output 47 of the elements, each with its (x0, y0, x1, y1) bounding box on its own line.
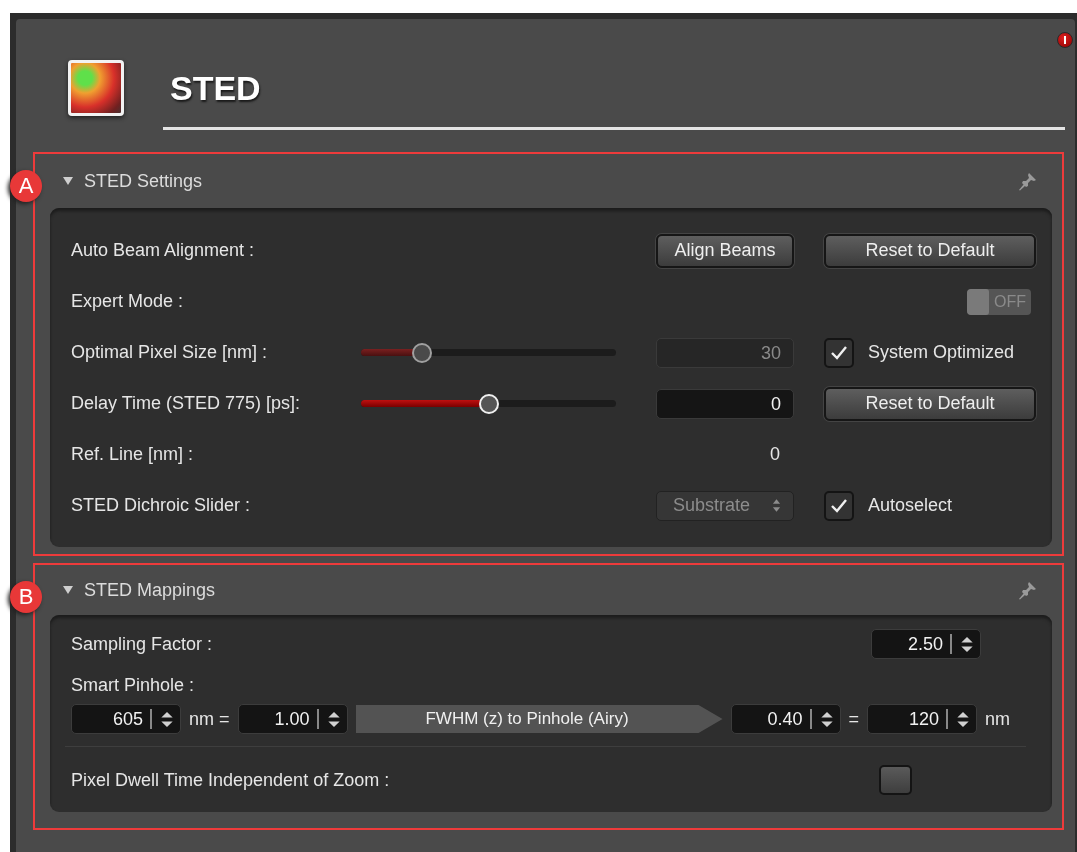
value-text: 0 (770, 444, 781, 465)
alert-icon (1057, 32, 1073, 48)
number-spinner[interactable]: 0.40 (730, 704, 841, 734)
push-button[interactable]: Reset to Default (824, 386, 1036, 421)
updown-icon (956, 710, 971, 728)
pin-icon[interactable] (1018, 171, 1038, 191)
setting-label: Sampling Factor : (71, 633, 213, 655)
arrow-label: FWHM (z) to Pinhole (Airy) (355, 705, 723, 733)
updown-icon (772, 498, 781, 513)
triangle-icon[interactable] (62, 585, 74, 595)
unit-text: nm = (189, 708, 230, 730)
slider[interactable] (361, 393, 616, 414)
marker-badge: A (10, 170, 42, 202)
number-field[interactable]: 0 (656, 388, 794, 419)
setting-label: Auto Beam Alignment : (71, 240, 256, 261)
section-title[interactable]: STED Mappings (84, 579, 216, 601)
checkbox[interactable] (824, 337, 854, 368)
pin-icon[interactable] (1018, 580, 1038, 600)
push-button[interactable]: Reset to Default (824, 233, 1036, 268)
checkbox[interactable] (824, 490, 854, 521)
checkbox-label: System Optimized (868, 342, 1015, 363)
setting-label: Delay Time (STED 775) [ps]: (71, 393, 302, 414)
number-spinner[interactable]: 1.00 (237, 704, 348, 734)
setting-label: STED Dichroic Slider : (71, 495, 252, 516)
section-title[interactable]: STED Settings (84, 170, 203, 192)
slider[interactable] (361, 342, 616, 363)
setting-label: Ref. Line [nm] : (71, 444, 195, 465)
marker-badge: B (10, 581, 42, 613)
updown-icon (326, 710, 341, 728)
setting-label: Optimal Pixel Size [nm] : (71, 342, 269, 363)
unit-text: nm (985, 708, 1011, 730)
setting-label: Pixel Dwell Time Independent of Zoom : (71, 769, 391, 791)
push-button[interactable]: Align Beams (656, 233, 794, 268)
checkbox-label: Autoselect (868, 495, 953, 516)
triangle-icon[interactable] (62, 176, 74, 186)
number-spinner[interactable]: 120 (867, 704, 978, 734)
setting-label: Smart Pinhole : (71, 674, 195, 696)
updown-icon (960, 635, 974, 653)
gradient-square-icon (68, 60, 124, 116)
updown-icon (160, 710, 174, 728)
unit-text: = (848, 708, 860, 730)
checkbox[interactable] (879, 765, 912, 795)
panel-title: STED (170, 68, 261, 108)
updown-icon (819, 710, 834, 728)
number-spinner[interactable]: 2.50 (871, 629, 981, 659)
number-spinner[interactable]: 605 (71, 704, 181, 734)
setting-label: Expert Mode : (71, 291, 185, 312)
